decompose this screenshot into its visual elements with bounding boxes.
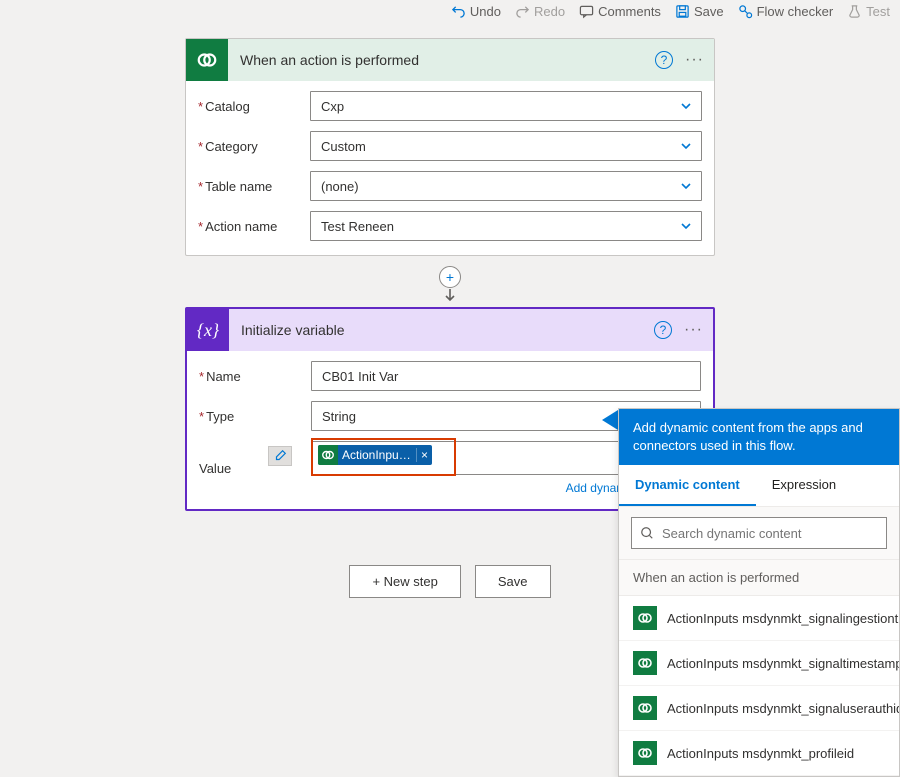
top-toolbar: Undo Redo Comments Save Flow checker Tes… <box>451 4 890 19</box>
initvar-header[interactable]: {x} Initialize variable ? ··· <box>187 309 713 351</box>
token-flyout-handle[interactable] <box>268 446 292 466</box>
redo-button: Redo <box>515 4 565 19</box>
chevron-down-icon <box>679 219 693 233</box>
dc-item[interactable]: ActionInputs msdynmkt_profileid <box>619 731 899 776</box>
checker-icon <box>738 4 753 19</box>
panel-section-header: When an action is performed <box>619 560 899 596</box>
undo-button[interactable]: Undo <box>451 4 501 19</box>
actionname-label: Action name <box>198 219 310 234</box>
flow-checker-button[interactable]: Flow checker <box>738 4 834 19</box>
variable-icon: {x} <box>187 309 229 351</box>
chevron-down-icon <box>679 139 693 153</box>
help-icon[interactable]: ? <box>654 321 672 339</box>
save-icon <box>675 4 690 19</box>
arrow-down-icon <box>443 288 457 307</box>
checker-label: Flow checker <box>757 4 834 19</box>
connector: + <box>185 266 715 307</box>
more-icon[interactable]: ··· <box>685 51 704 69</box>
dataverse-icon <box>633 696 657 720</box>
add-step-button[interactable]: + <box>439 266 461 288</box>
comments-label: Comments <box>598 4 661 19</box>
value-label: Value <box>199 461 311 476</box>
trigger-card: When an action is performed ? ··· Catalo… <box>185 38 715 256</box>
test-icon <box>847 4 862 19</box>
search-field[interactable] <box>662 526 878 541</box>
catalog-select[interactable]: Cxp <box>310 91 702 121</box>
redo-label: Redo <box>534 4 565 19</box>
dataverse-icon <box>633 651 657 675</box>
category-select[interactable]: Custom <box>310 131 702 161</box>
comments-button[interactable]: Comments <box>579 4 661 19</box>
name-label: Name <box>199 369 311 384</box>
initvar-title: Initialize variable <box>229 322 654 338</box>
save-label: Save <box>694 4 724 19</box>
dc-item[interactable]: ActionInputs msdynmkt_signalingestiontim… <box>619 596 899 641</box>
chevron-down-icon <box>679 99 693 113</box>
undo-icon <box>451 4 466 19</box>
tab-dynamic-content[interactable]: Dynamic content <box>619 465 756 506</box>
undo-label: Undo <box>470 4 501 19</box>
dataverse-icon <box>633 741 657 765</box>
chevron-down-icon <box>679 179 693 193</box>
search-input[interactable] <box>631 517 887 549</box>
callout-arrow <box>602 410 618 430</box>
dataverse-icon <box>318 445 338 465</box>
save-button[interactable]: Save <box>675 4 724 19</box>
category-label: Category <box>198 139 310 154</box>
dataverse-icon <box>633 606 657 630</box>
trigger-header[interactable]: When an action is performed ? ··· <box>186 39 714 81</box>
more-icon[interactable]: ··· <box>684 321 703 339</box>
test-label: Test <box>866 4 890 19</box>
actionname-select[interactable]: Test Reneen <box>310 211 702 241</box>
tab-expression[interactable]: Expression <box>756 465 852 506</box>
save-flow-button[interactable]: Save <box>475 565 551 598</box>
type-label: Type <box>199 409 311 424</box>
dc-item[interactable]: ActionInputs msdynmkt_signaltimestamp <box>619 641 899 686</box>
catalog-label: Catalog <box>198 99 310 114</box>
redo-icon <box>515 4 530 19</box>
dataverse-icon <box>186 39 228 81</box>
search-icon <box>640 526 654 540</box>
table-label: Table name <box>198 179 310 194</box>
dc-item[interactable]: ActionInputs msdynmkt_signaluserauthid <box>619 686 899 731</box>
dynamic-token[interactable]: ActionInputs m... × <box>318 445 432 465</box>
table-select[interactable]: (none) <box>310 171 702 201</box>
new-step-button[interactable]: + New step <box>349 565 460 598</box>
trigger-title: When an action is performed <box>228 52 655 68</box>
panel-header: Add dynamic content from the apps and co… <box>619 409 899 465</box>
name-input[interactable]: CB01 Init Var <box>311 361 701 391</box>
comment-icon <box>579 4 594 19</box>
token-remove-button[interactable]: × <box>416 448 432 462</box>
token-text: ActionInputs m... <box>338 448 416 462</box>
test-button: Test <box>847 4 890 19</box>
dynamic-content-panel: Add dynamic content from the apps and co… <box>618 408 900 777</box>
help-icon[interactable]: ? <box>655 51 673 69</box>
